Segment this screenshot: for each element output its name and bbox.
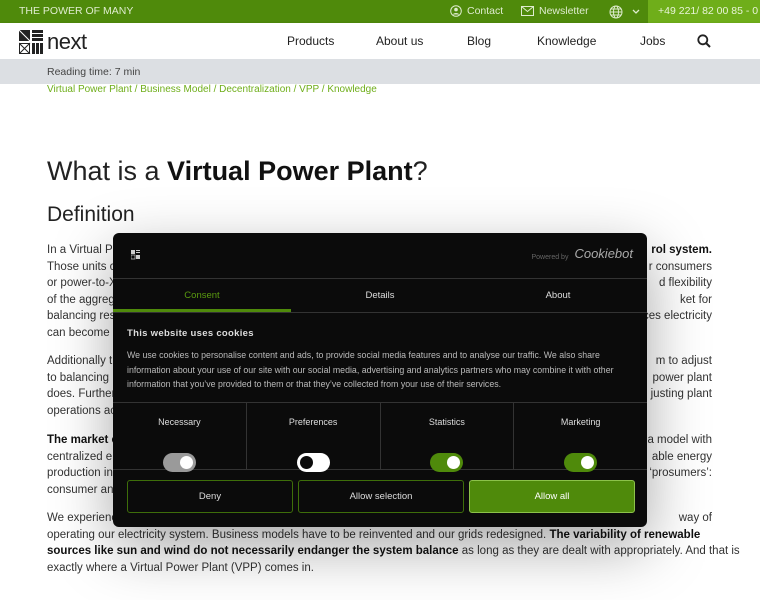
phone-number[interactable]: +49 221/ 82 00 85 - 0	[648, 0, 760, 23]
paragraph-line-fragment: We experienc	[47, 512, 118, 524]
user-icon	[450, 5, 462, 17]
allow-selection-button[interactable]: Allow selection	[298, 480, 464, 513]
paragraph-line-fragment: ‘prosumers’:	[649, 467, 712, 479]
deny-button[interactable]: Deny	[127, 480, 293, 513]
cookie-categories: Necessary Preferences Statistics Marketing	[113, 402, 647, 472]
paragraph-line-fragment: ces electricity	[642, 310, 712, 322]
globe-icon	[609, 5, 623, 19]
nav-blog[interactable]: Blog	[467, 34, 491, 48]
cookie-consent-dialog: Powered by Cookiebot Consent Details Abo…	[113, 233, 647, 527]
tab-consent[interactable]: Consent	[113, 279, 291, 312]
paragraph-line-fragment: to balancing	[47, 372, 110, 384]
reading-time: Reading time: 7 min	[0, 59, 760, 84]
contact-link[interactable]: Contact	[450, 5, 503, 17]
cookie-category-marketing: Marketing	[514, 403, 647, 472]
cookie-description: We use cookies to personalise content an…	[127, 350, 614, 389]
tab-about[interactable]: About	[469, 279, 647, 312]
paragraph-line-fragment: operations ac	[47, 405, 117, 417]
paragraph-line-fragment: Those units c	[47, 261, 116, 273]
main-nav: next Products About us Blog Knowledge Jo…	[0, 23, 760, 59]
paragraph-line-fragment: production in	[47, 467, 113, 479]
paragraph-line-fragment: d flexibility	[658, 277, 712, 289]
cookiebot-branding[interactable]: Powered by Cookiebot	[531, 246, 633, 261]
mail-icon	[521, 6, 534, 16]
top-bar: THE POWER OF MANY Contact Newsletter +49…	[0, 0, 760, 23]
paragraph-line-fragment: justing plant	[650, 388, 712, 400]
marketing-toggle[interactable]	[564, 453, 598, 472]
paragraph-line-fragment: able energy	[651, 451, 712, 463]
page-title: What is a Virtual Power Plant?	[47, 156, 428, 186]
allow-all-button[interactable]: Allow all	[469, 480, 635, 513]
paragraph-line-fragment: does. Further	[47, 388, 116, 400]
paragraph-line-fragment: can become a	[47, 327, 120, 339]
preferences-toggle[interactable]	[296, 453, 330, 472]
contact-label: Contact	[467, 5, 504, 17]
cookiebot-logo: Cookiebot	[574, 246, 633, 261]
paragraph-line-fragment: balancing res	[47, 310, 116, 322]
newsletter-link[interactable]: Newsletter	[521, 5, 589, 17]
logo[interactable]: next	[19, 29, 87, 55]
necessary-toggle	[162, 453, 196, 472]
paragraph-line-fragment: m to adjust	[655, 355, 712, 367]
paragraph-line-fragment: The market c	[47, 434, 118, 446]
paragraph-line-fragment: way of	[678, 512, 712, 524]
logo-text: next	[47, 29, 87, 54]
newsletter-label: Newsletter	[539, 5, 589, 17]
slogan: THE POWER OF MANY	[19, 5, 134, 17]
cookie-title: This website uses cookies	[127, 328, 254, 339]
cookie-category-necessary: Necessary	[113, 403, 247, 472]
chevron-down-icon	[632, 9, 640, 14]
paragraph-line: sources like sun and wind do not necessa…	[47, 545, 740, 557]
paragraph-line-fragment: centralized el	[47, 451, 115, 463]
powered-by-label: Powered by	[531, 254, 569, 261]
category-label: Statistics	[428, 417, 465, 427]
tab-details[interactable]: Details	[291, 279, 469, 312]
paragraph-line-fragment: ket for	[680, 294, 712, 306]
cookie-category-statistics: Statistics	[381, 403, 515, 472]
nav-jobs[interactable]: Jobs	[640, 34, 665, 48]
cookie-category-preferences: Preferences	[247, 403, 381, 472]
category-label: Marketing	[560, 417, 601, 427]
nav-knowledge[interactable]: Knowledge	[537, 34, 596, 48]
paragraph-line: operating our electricity system. Busine…	[47, 529, 701, 541]
search-icon[interactable]	[697, 34, 711, 48]
paragraph-line-fragment: In a Virtual Po	[47, 244, 120, 256]
paragraph-line-fragment: power plant	[652, 372, 712, 384]
category-label: Preferences	[288, 417, 338, 427]
statistics-toggle[interactable]	[430, 453, 464, 472]
paragraph-line-fragment: r consumers	[648, 261, 712, 273]
paragraph-line-fragment: or power-to-X	[47, 277, 117, 289]
site-logo-icon	[131, 250, 140, 260]
paragraph-line-fragment: a model with	[647, 434, 712, 446]
next-logo-icon	[19, 30, 43, 54]
section-heading: Definition	[47, 203, 135, 226]
paragraph-line-fragment: consumer and	[47, 484, 120, 496]
paragraph-line-fragment: of the aggreg	[47, 294, 115, 306]
cookie-tabs: Consent Details About	[113, 279, 647, 313]
category-label: Necessary	[158, 417, 201, 427]
tags-breadcrumb[interactable]: Virtual Power Plant / Business Model / D…	[47, 84, 377, 95]
language-selector[interactable]	[609, 5, 640, 19]
paragraph-line: exactly where a Virtual Power Plant (VPP…	[47, 562, 314, 574]
nav-products[interactable]: Products	[287, 34, 334, 48]
paragraph-line-fragment: Additionally t	[47, 355, 113, 367]
paragraph-line-fragment: rol system.	[651, 244, 712, 256]
nav-about-us[interactable]: About us	[376, 34, 423, 48]
